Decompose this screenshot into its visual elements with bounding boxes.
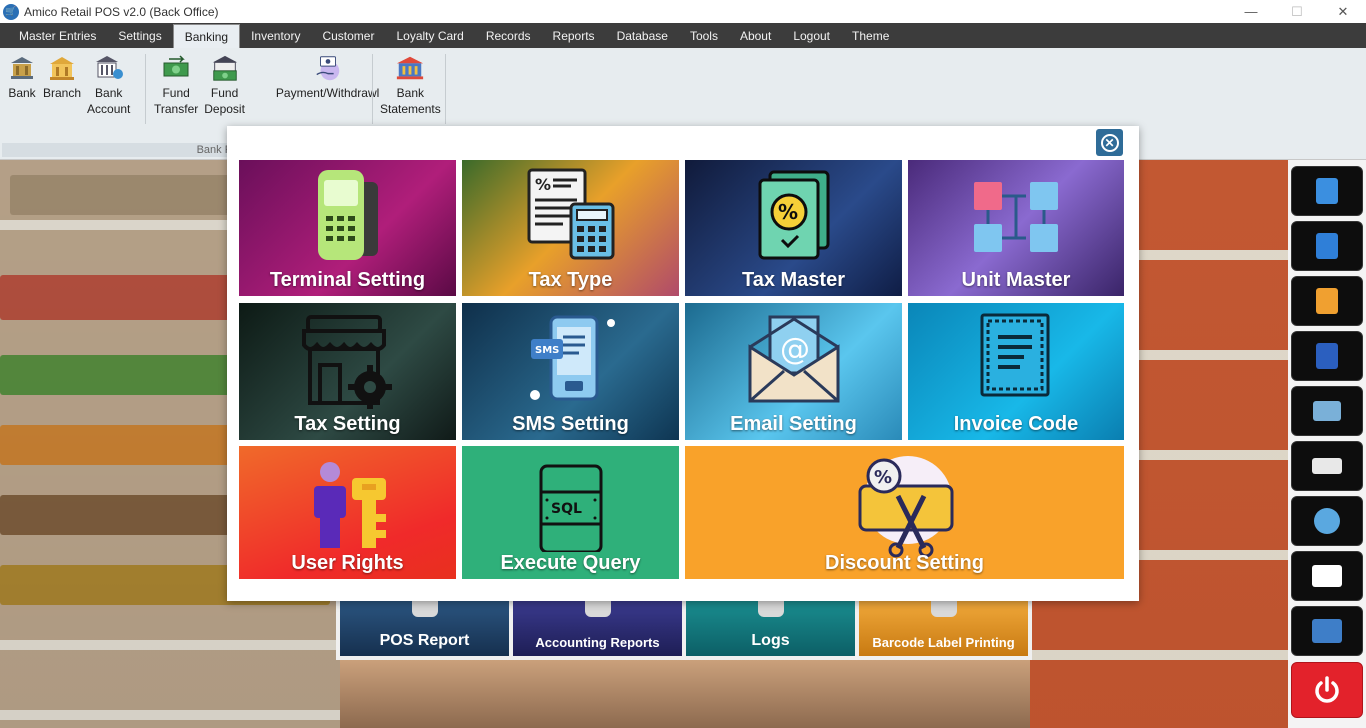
quick-launch-sidebar (1288, 160, 1366, 728)
svg-text:%: % (778, 200, 798, 224)
terminal-setting-tile[interactable]: Terminal Setting (239, 160, 456, 296)
user-rights-tile[interactable]: User Rights (239, 446, 456, 579)
bank-statements-icon (395, 52, 425, 84)
report-icon (411, 601, 438, 617)
svg-text:@: @ (780, 332, 810, 367)
ribbon-separator (145, 54, 146, 124)
user-key-icon (313, 462, 386, 548)
system-monitor-icon (1313, 401, 1341, 421)
title-bar: 🛒 Amico Retail POS v2.0 (Back Office) — … (0, 0, 1366, 23)
word-icon (1316, 343, 1338, 369)
email-envelope-icon: @ (748, 315, 839, 403)
unit-flow-icon (974, 182, 1058, 252)
desktop-button[interactable] (1291, 551, 1363, 601)
menu-master-entries[interactable]: Master Entries (8, 24, 107, 48)
accounting-reports-tile[interactable]: Accounting Reports (513, 601, 682, 656)
close-window-button[interactable]: ✕ (1320, 0, 1366, 23)
tax-master-tile[interactable]: % Tax Master (685, 160, 902, 296)
power-button[interactable] (1291, 662, 1363, 718)
tax-setting-tile[interactable]: Tax Setting (239, 303, 456, 440)
menu-database[interactable]: Database (606, 24, 679, 48)
paint-button[interactable] (1291, 496, 1363, 546)
calculator-button[interactable] (1291, 276, 1363, 326)
fund-transfer-button[interactable]: Fund Transfer (151, 48, 201, 158)
accounting-icon (584, 601, 611, 617)
bank-account-icon (94, 52, 124, 84)
svg-text:SMS: SMS (535, 345, 559, 356)
discount-setting-tile[interactable]: % Discount Setting (685, 446, 1124, 579)
settings-modal: ✕ Terminal Setting % Tax Type % Tax Mast… (227, 126, 1139, 601)
keyboard-button[interactable] (1291, 441, 1363, 491)
power-icon (1315, 676, 1339, 703)
notepad-button[interactable] (1291, 166, 1363, 216)
invoice-document-icon (980, 313, 1050, 397)
maximize-button[interactable]: ☐ (1274, 0, 1320, 23)
background-tiles: POS Report Accounting Reports Logs Barco… (336, 598, 1032, 660)
logs-icon (757, 601, 784, 617)
system-monitor-button[interactable] (1291, 386, 1363, 436)
menu-about[interactable]: About (729, 24, 782, 48)
svg-text:%: % (535, 175, 551, 194)
branch-button[interactable]: Branch (40, 48, 84, 158)
minimize-button[interactable]: — (1228, 0, 1274, 23)
sql-database-icon: SQL (539, 464, 602, 552)
menu-customer[interactable]: Customer (311, 24, 385, 48)
sms-setting-tile[interactable]: SMS SMS Setting (462, 303, 679, 440)
card-terminal-icon (317, 170, 378, 260)
branch-icon (47, 52, 77, 84)
execute-query-tile[interactable]: SQL Execute Query (462, 446, 679, 579)
discount-ticket-icon: % (858, 456, 953, 558)
bank-button[interactable]: Bank (4, 48, 40, 158)
menu-loyalty-card[interactable]: Loyalty Card (385, 24, 474, 48)
invoice-code-tile[interactable]: Invoice Code (908, 303, 1124, 440)
bank-account-button[interactable]: Bank Account (84, 48, 133, 158)
notes-button[interactable] (1291, 221, 1363, 271)
window-title: Amico Retail POS v2.0 (Back Office) (24, 4, 219, 19)
close-icon: ✕ (1100, 133, 1119, 152)
calculator-icon (1316, 288, 1338, 314)
payment-withdrawl-icon (313, 52, 343, 84)
logs-tile[interactable]: Logs (686, 601, 855, 656)
menu-logout[interactable]: Logout (782, 24, 841, 48)
keyboard-icon (1312, 458, 1342, 474)
percent-document-icon: % (758, 170, 829, 260)
sms-phone-icon: SMS (529, 315, 615, 401)
fund-transfer-icon (161, 52, 191, 84)
menu-theme[interactable]: Theme (841, 24, 900, 48)
bank-icon (7, 52, 37, 84)
menu-inventory[interactable]: Inventory (240, 24, 311, 48)
menu-bar: Master Entries Settings Banking Inventor… (0, 23, 1366, 48)
tax-calculator-icon: % (527, 168, 614, 260)
menu-records[interactable]: Records (475, 24, 542, 48)
menu-reports[interactable]: Reports (542, 24, 606, 48)
barcode-label-printing-tile[interactable]: Barcode Label Printing (859, 601, 1028, 656)
notes-icon (1316, 233, 1338, 259)
menu-tools[interactable]: Tools (679, 24, 729, 48)
svg-text:SQL: SQL (551, 501, 582, 517)
barcode-icon (930, 601, 957, 617)
control-panel-button[interactable] (1291, 606, 1363, 656)
notepad-icon (1316, 178, 1338, 204)
ribbon-separator (445, 54, 446, 124)
store-gear-icon (301, 315, 392, 409)
fund-deposit-icon (210, 52, 240, 84)
menu-settings[interactable]: Settings (107, 24, 172, 48)
svg-text:%: % (874, 467, 892, 488)
desktop-icon (1312, 565, 1342, 587)
unit-master-tile[interactable]: Unit Master (908, 160, 1124, 296)
word-button[interactable] (1291, 331, 1363, 381)
app-logo-icon: 🛒 (3, 3, 19, 20)
control-panel-icon (1312, 619, 1342, 643)
email-setting-tile[interactable]: @ Email Setting (685, 303, 902, 440)
paint-palette-icon (1314, 508, 1340, 534)
menu-banking[interactable]: Banking (172, 24, 241, 48)
tax-type-tile[interactable]: % Tax Type (462, 160, 679, 296)
modal-close-button[interactable]: ✕ (1096, 129, 1123, 156)
ribbon-separator (372, 54, 373, 124)
pos-report-tile[interactable]: POS Report (340, 601, 509, 656)
